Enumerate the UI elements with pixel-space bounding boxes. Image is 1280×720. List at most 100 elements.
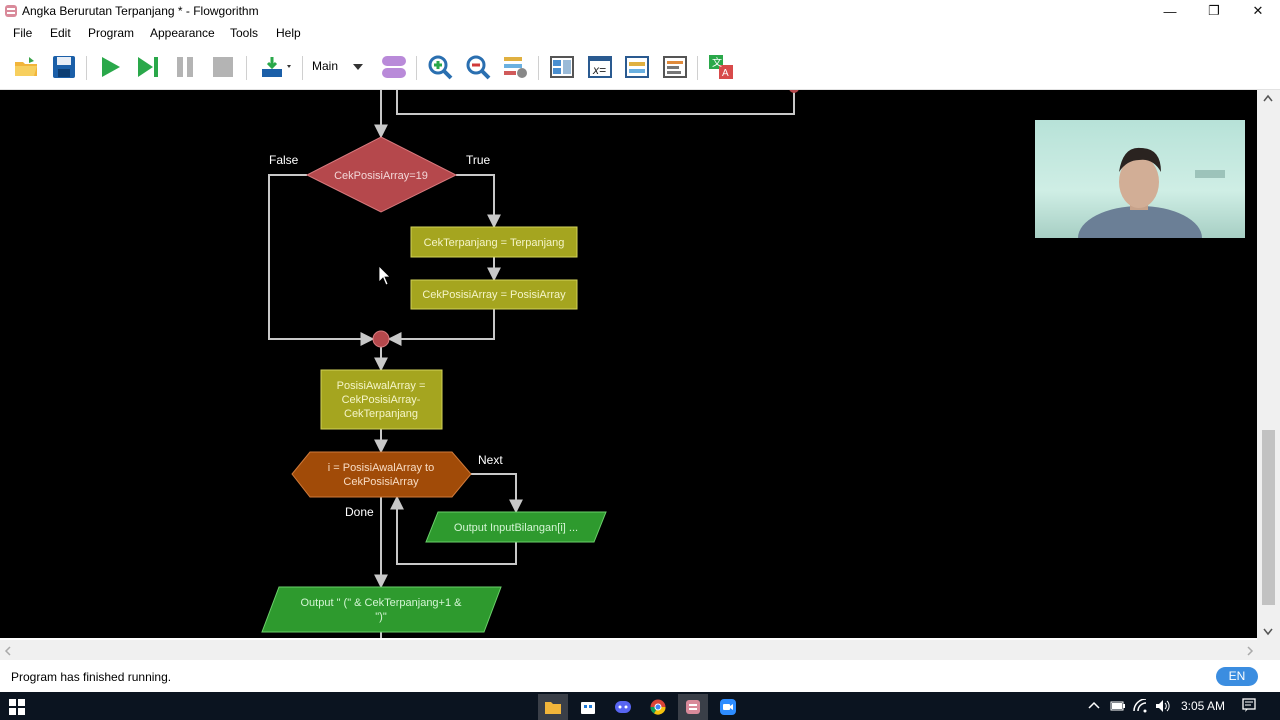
zoom-out-button[interactable] <box>463 52 493 82</box>
save-button[interactable] <box>49 52 79 82</box>
tray-chevron-up-icon[interactable] <box>1088 701 1100 709</box>
zoom-in-icon <box>428 55 453 80</box>
translate-icon: 文A <box>709 55 733 79</box>
true-label: True <box>466 153 491 167</box>
layout-options-button[interactable] <box>500 52 530 82</box>
taskbar-zoom[interactable] <box>713 694 743 720</box>
file-explorer-icon <box>545 702 561 714</box>
zoom-icon <box>720 699 736 715</box>
menu-help[interactable]: Help <box>276 26 301 40</box>
false-label: False <box>269 153 299 167</box>
scroll-right-icon[interactable] <box>1246 646 1254 656</box>
save-icon <box>53 56 75 78</box>
webcam-person-image <box>1078 147 1225 238</box>
scroll-up-icon[interactable] <box>1263 94 1273 102</box>
taskbar-discord[interactable] <box>608 694 638 720</box>
console-button[interactable] <box>622 52 652 82</box>
variable-watch-button[interactable]: x= <box>585 52 615 82</box>
title-bar: Angka Berurutan Terpanjang * - Flowgorit… <box>0 0 1280 22</box>
minimize-button[interactable]: — <box>1148 0 1192 22</box>
decision-shape[interactable]: CekPosisiArray=19 <box>305 136 458 213</box>
assign-1-label: CekTerpanjang = Terpanjang <box>424 237 565 249</box>
pause-button[interactable] <box>170 52 200 82</box>
run-button[interactable] <box>95 52 125 82</box>
volume-icon[interactable] <box>1155 699 1171 713</box>
assign-shape-1[interactable]: CekTerpanjang = Terpanjang <box>410 226 578 258</box>
window-title: Angka Berurutan Terpanjang * - Flowgorit… <box>22 4 259 18</box>
vertical-scroll-thumb[interactable] <box>1262 430 1275 605</box>
translate-button[interactable]: 文A <box>706 52 736 82</box>
view-layout-icon <box>550 56 574 78</box>
assign-shape-3[interactable]: PosisiAwalArray = CekPosisiArray- CekTer… <box>320 369 443 430</box>
variable-watch-icon: x= <box>588 56 612 78</box>
taskbar-chrome[interactable] <box>643 694 673 720</box>
function-select[interactable]: Main <box>312 59 364 73</box>
mouse-cursor-icon <box>378 265 391 286</box>
scroll-left-icon[interactable] <box>4 646 12 656</box>
svg-text:文: 文 <box>712 56 722 69</box>
language-badge[interactable]: EN <box>1216 667 1258 686</box>
horizontal-scrollbar[interactable] <box>0 640 1280 660</box>
for-loop-line2: CekPosisiArray <box>343 476 419 488</box>
windows-logo-icon <box>9 699 25 715</box>
output-2-line2: ")" <box>375 611 387 623</box>
assign-3-line3: CekTerpanjang <box>344 408 418 420</box>
stop-button[interactable] <box>208 52 238 82</box>
shape-icon <box>382 56 406 78</box>
menu-file[interactable]: File <box>13 26 32 40</box>
layout-run-icon <box>262 57 291 77</box>
top-connector <box>789 90 799 93</box>
taskbar: 3:05 AM <box>0 692 1280 720</box>
function-select-value: Main <box>312 59 339 73</box>
clock-time[interactable]: 3:05 AM <box>1181 699 1225 713</box>
notifications-icon[interactable] <box>1242 698 1256 712</box>
assign-3-line1: PosisiAwalArray = <box>337 380 426 392</box>
taskbar-flowgorithm[interactable] <box>678 694 708 720</box>
output-shape-2[interactable]: Output " (" & CekTerpanjang+1 & ")" <box>261 586 502 633</box>
view-layout-button[interactable] <box>547 52 577 82</box>
svg-text:x=: x= <box>592 63 606 77</box>
vertical-scrollbar[interactable] <box>1257 90 1280 640</box>
menu-tools[interactable]: Tools <box>230 26 258 40</box>
flowgorithm-icon <box>686 700 700 714</box>
done-label: Done <box>345 505 374 519</box>
menu-edit[interactable]: Edit <box>50 26 71 40</box>
taskbar-store[interactable] <box>573 694 603 720</box>
for-loop-line1: i = PosisiAwalArray to <box>328 462 434 474</box>
stop-icon <box>213 57 233 77</box>
step-icon <box>138 57 158 77</box>
menu-appearance[interactable]: Appearance <box>150 26 215 40</box>
flowgorithm-app-icon <box>5 5 17 17</box>
chrome-icon <box>650 699 666 715</box>
restore-button[interactable]: ❐ <box>1192 0 1236 22</box>
assign-3-line2: CekPosisiArray- <box>342 394 421 406</box>
battery-icon[interactable] <box>1110 700 1126 712</box>
assign-shape-2[interactable]: CekPosisiArray = PosisiArray <box>410 279 578 310</box>
shape-button[interactable] <box>379 52 409 82</box>
output-1-label: Output InputBilangan[i] ... <box>454 522 578 534</box>
run-speed-button[interactable] <box>256 52 296 82</box>
run-icon <box>102 57 120 77</box>
svg-text:A: A <box>722 68 729 79</box>
webcam-overlay <box>1035 120 1245 238</box>
source-code-button[interactable] <box>660 52 690 82</box>
output-2-line1: Output " (" & CekTerpanjang+1 & <box>301 597 463 609</box>
decision-label: CekPosisiArray=19 <box>334 170 428 182</box>
open-button[interactable] <box>11 52 41 82</box>
step-button[interactable] <box>133 52 163 82</box>
scroll-down-icon[interactable] <box>1263 628 1273 636</box>
zoom-in-button[interactable] <box>425 52 455 82</box>
chevron-down-icon <box>353 63 364 70</box>
start-button[interactable] <box>2 694 32 720</box>
menu-program[interactable]: Program <box>88 26 134 40</box>
wifi-icon[interactable] <box>1133 699 1149 713</box>
next-label: Next <box>478 453 503 467</box>
for-loop-shape[interactable]: i = PosisiAwalArray to CekPosisiArray <box>291 451 472 498</box>
minimize-icon: — <box>1163 3 1177 19</box>
taskbar-file-explorer[interactable] <box>538 694 568 720</box>
status-message: Program has finished running. <box>11 670 172 684</box>
output-shape-1[interactable]: Output InputBilangan[i] ... <box>425 511 607 543</box>
assign-2-label: CekPosisiArray = PosisiArray <box>422 289 566 301</box>
close-button[interactable]: ✕ <box>1236 0 1280 22</box>
pause-icon <box>177 57 193 77</box>
